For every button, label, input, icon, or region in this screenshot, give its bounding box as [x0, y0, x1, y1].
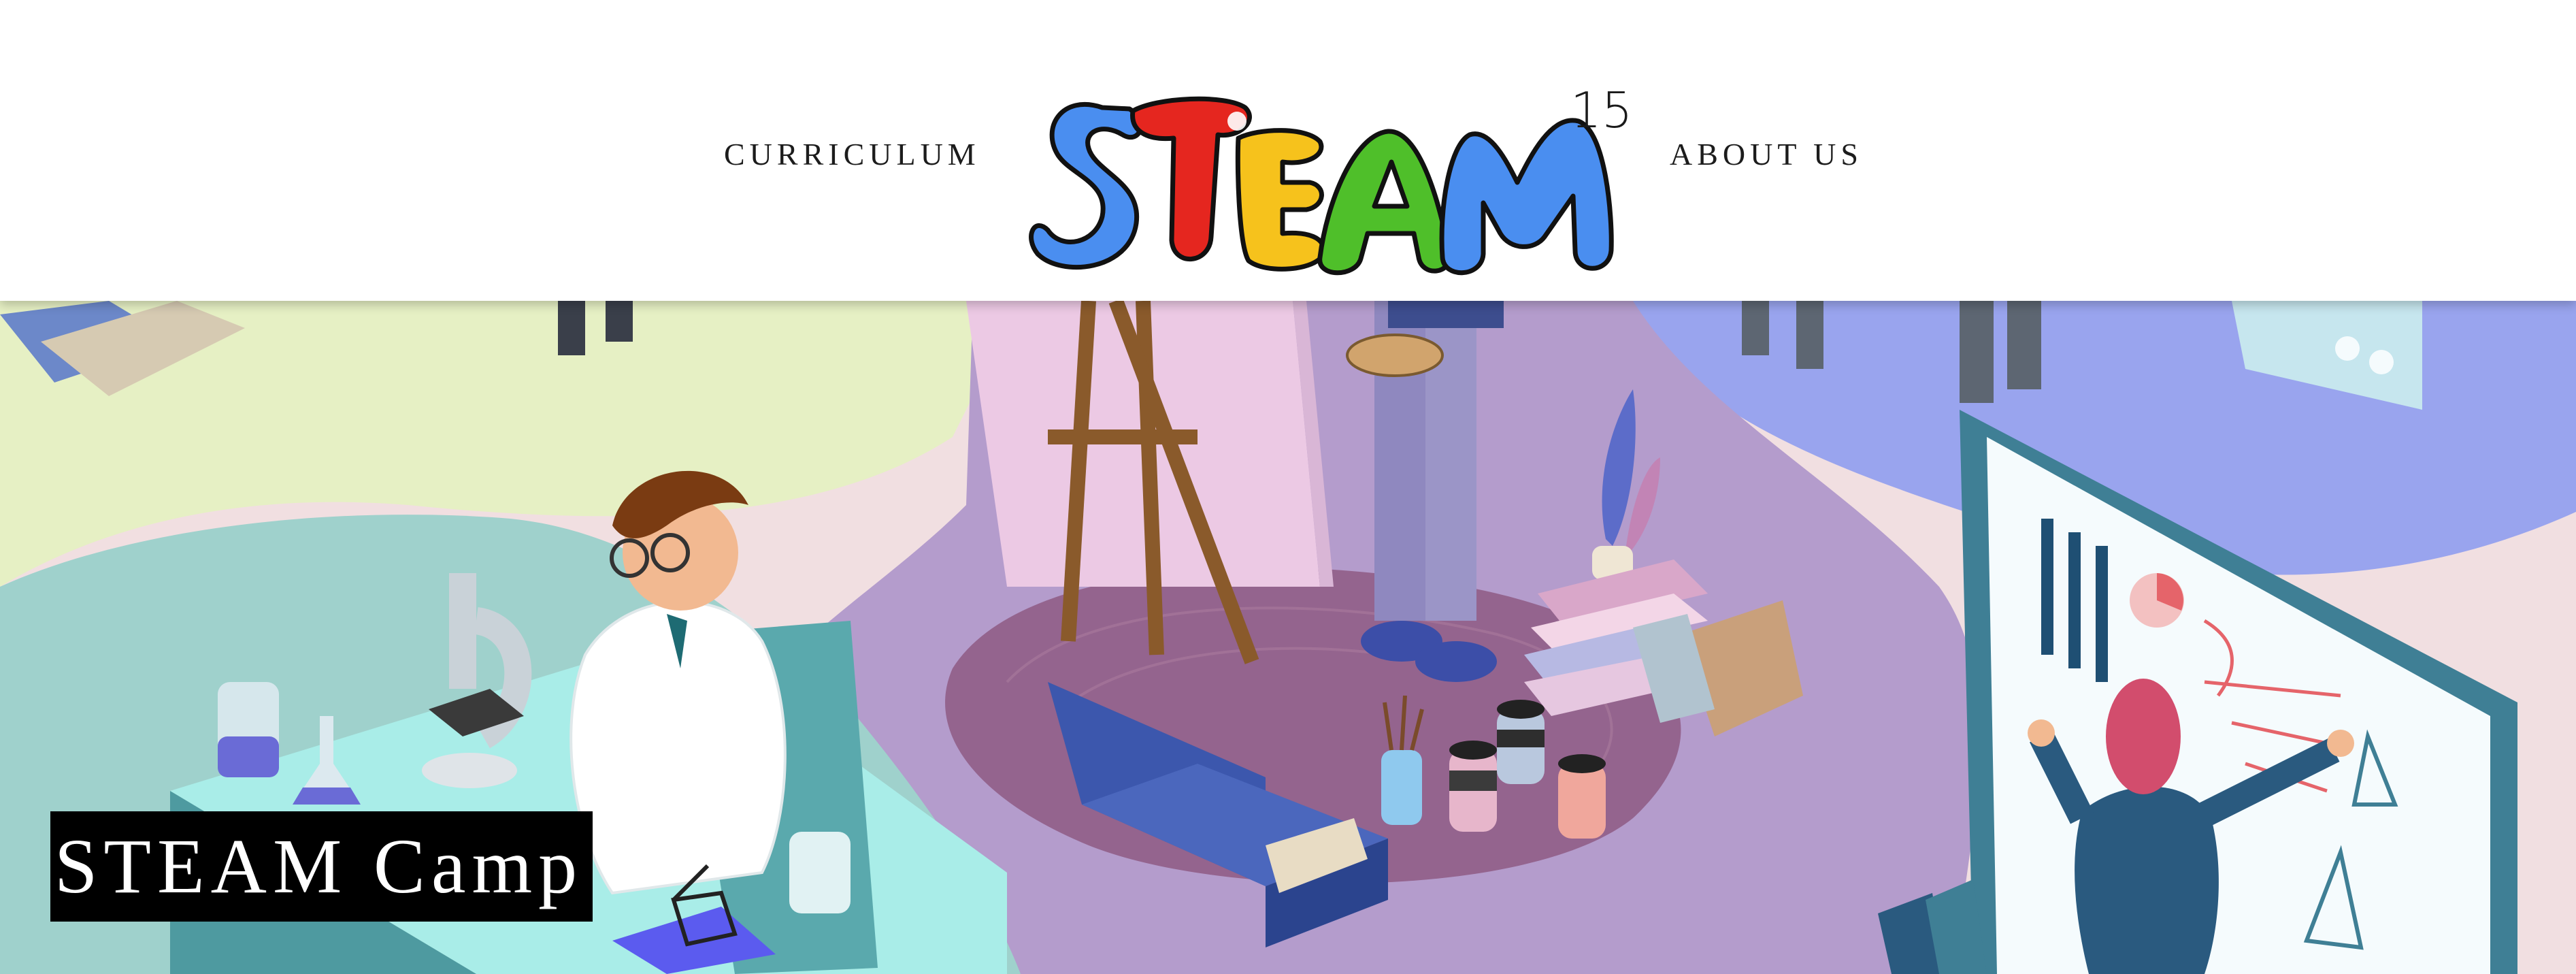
logo-letter-a: [1317, 129, 1452, 276]
steam-logo[interactable]: [1021, 80, 1619, 285]
nav-about-us-link[interactable]: ABOUT US: [1670, 136, 1863, 172]
logo-superscript: 15: [1570, 82, 1633, 139]
hero-title: STEAM Camp: [50, 811, 593, 922]
logo-letter-s: [1029, 101, 1144, 270]
nav-curriculum-link[interactable]: CURRICULUM: [724, 136, 980, 172]
steam-logo-graphic: [1029, 96, 1614, 276]
site-header: CURRICULUM 15 ABOUT US: [0, 0, 2576, 301]
logo-letter-e: [1235, 128, 1326, 272]
logo-letter-m: [1439, 118, 1614, 276]
